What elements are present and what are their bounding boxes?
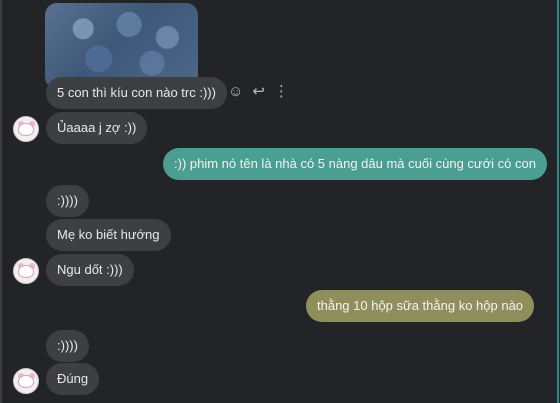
message-bubble[interactable]: :)))) [46,185,89,217]
avatar-face [18,265,34,278]
message-text: Mẹ ko biết hướng [57,227,160,242]
message-text: :)) phim nó tên là nhà có 5 nàng dâu mà … [174,156,536,171]
message-bubble[interactable]: Ngu dốt :))) [46,254,134,286]
message-bubble[interactable]: Đúng [46,363,100,395]
message-bubble[interactable]: Ủaaaa j zợ :)) [46,112,148,144]
message-bubble[interactable]: 5 con thì kíu con nào trc :))) [46,77,227,109]
avatar[interactable] [13,258,39,284]
message-bubble[interactable]: :)))) [46,330,89,362]
more-icon[interactable]: ⋮ [274,82,289,102]
avatar[interactable] [13,116,39,142]
message-text: Ủaaaa j zợ :)) [57,120,137,135]
message-bubble[interactable]: Mẹ ko biết hướng [46,219,171,251]
message-text: :)))) [57,338,78,353]
avatar-face [18,375,34,388]
avatar[interactable] [13,368,39,394]
message-text: Đúng [57,371,89,386]
message-actions: ☺ ↩ ⋮ [228,82,289,102]
smile-icon[interactable]: ☺ [228,82,243,102]
avatar-face [18,123,34,136]
message-text: 5 con thì kíu con nào trc :))) [57,85,216,100]
message-bubble-outgoing[interactable]: thằng 10 hộp sữa thằng ko hộp nào [306,290,535,322]
left-divider [0,0,2,403]
message-text: :)))) [57,193,78,208]
message-text: Ngu dốt :))) [57,262,123,277]
reply-icon[interactable]: ↩ [252,82,265,102]
right-scroll-edge[interactable] [557,0,559,403]
message-bubble-outgoing[interactable]: :)) phim nó tên là nhà có 5 nàng dâu mà … [163,148,547,180]
message-text: thằng 10 hộp sữa thằng ko hộp nào [317,298,524,313]
